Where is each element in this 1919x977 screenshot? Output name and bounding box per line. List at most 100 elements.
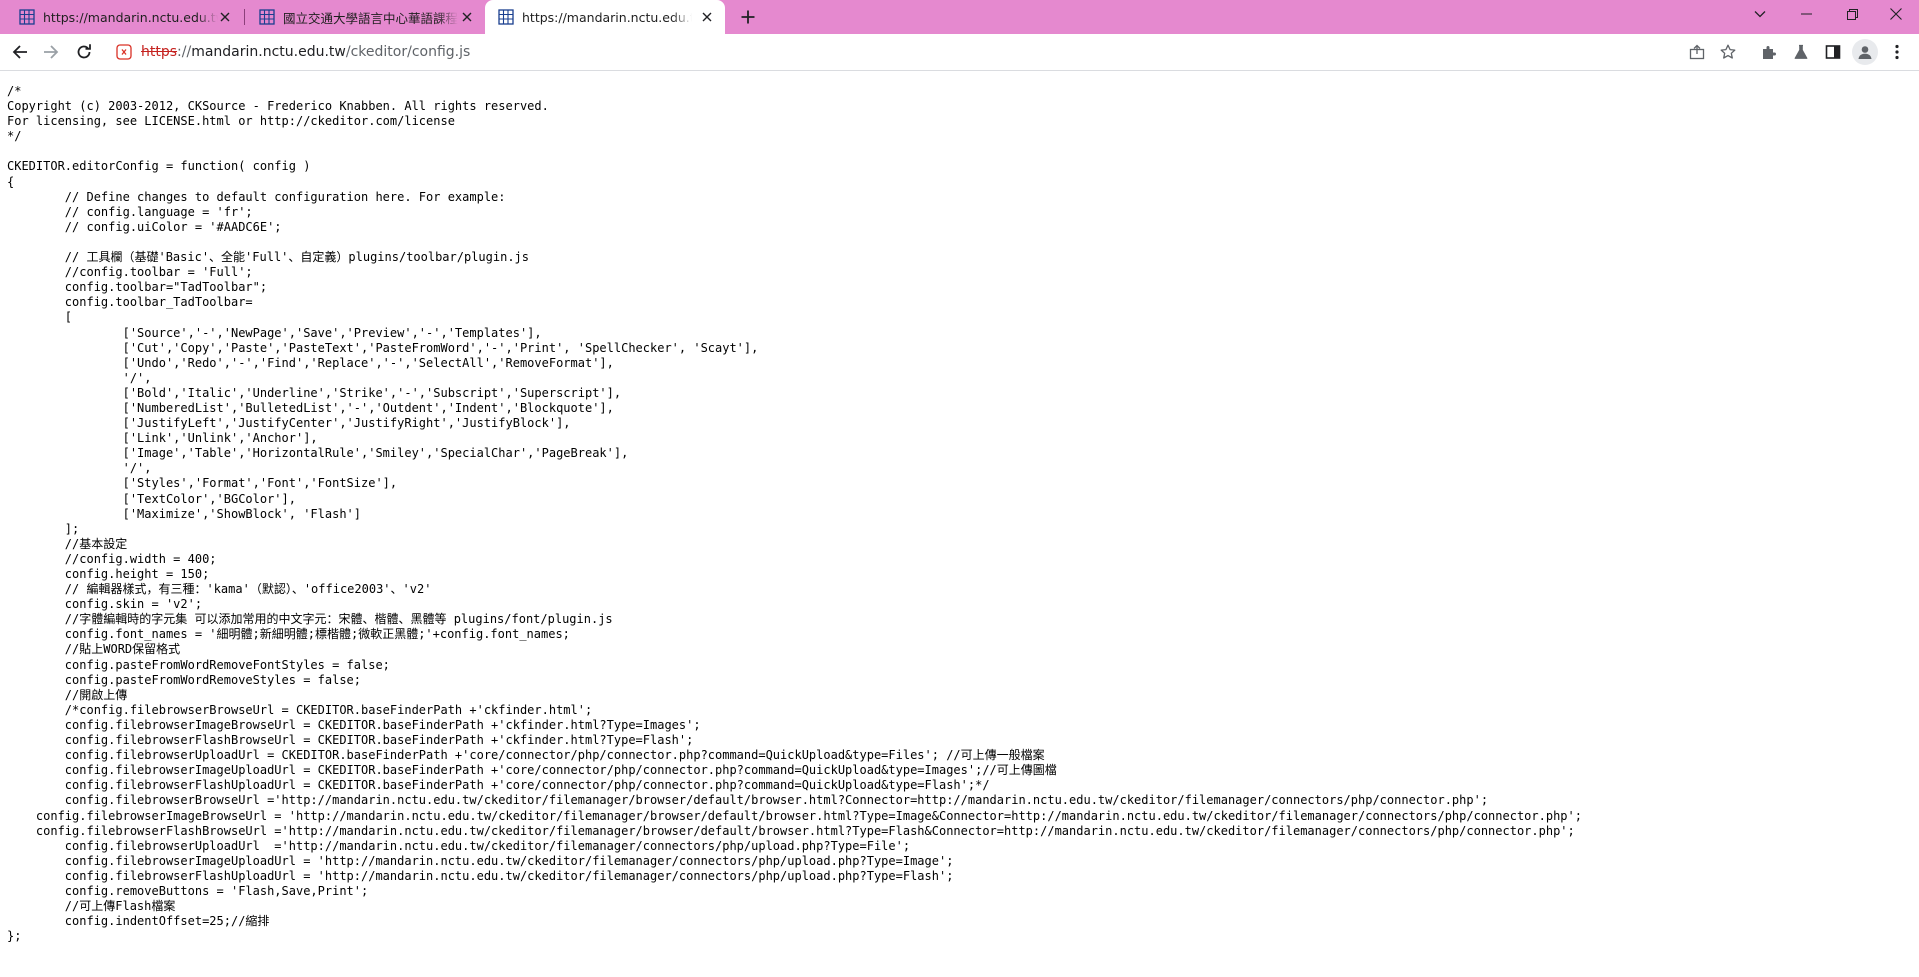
code-line: [ (7, 310, 73, 325)
tab-search-button[interactable] (1737, 0, 1783, 28)
code-line: '/', (7, 461, 152, 476)
side-panel-button[interactable] (1820, 39, 1846, 65)
address-bar[interactable]: https://mandarin.nctu.edu.tw/ckeditor/co… (106, 37, 1787, 67)
code-line: //config.width = 400; (7, 551, 217, 566)
code-line: ['JustifyLeft','JustifyCenter','JustifyR… (7, 416, 571, 431)
close-icon (1890, 8, 1902, 20)
reload-button[interactable] (71, 39, 97, 65)
code-line: ['Source','-','NewPage','Save','Preview'… (7, 325, 542, 340)
code-line: config.toolbar_TadToolbar= (7, 295, 253, 310)
code-line: //可上傳Flash檔案 (7, 899, 176, 914)
code-line: ['NumberedList','BulletedList','-','Outd… (7, 400, 614, 415)
not-secure-warning-icon[interactable] (116, 44, 132, 60)
file-source-text: /* Copyright (c) 2003-2012, CKSource - F… (0, 71, 1919, 944)
page-content: /* Copyright (c) 2003-2012, CKSource - F… (0, 71, 1919, 977)
close-window-button[interactable] (1873, 0, 1919, 28)
forward-button[interactable] (38, 39, 64, 65)
labs-button[interactable] (1788, 39, 1814, 65)
minimize-icon (1800, 13, 1812, 15)
code-line: config.filebrowserImageUploadUrl = CKEDI… (7, 763, 1057, 778)
code-line: Copyright (c) 2003-2012, CKSource - Fred… (7, 99, 549, 114)
code-line: config.filebrowserImageUploadUrl = 'http… (7, 853, 954, 868)
code-line: ['Image','Table','HorizontalRule','Smile… (7, 446, 629, 461)
code-line: ['Styles','Format','Font','FontSize'], (7, 476, 398, 491)
code-line: config.removeButtons = 'Flash,Save,Print… (7, 883, 369, 898)
code-line: */ (7, 129, 22, 144)
code-line: config.pasteFromWordRemoveStyles = false… (7, 672, 362, 687)
back-button[interactable] (7, 39, 33, 65)
tab-3-active[interactable]: https://mandarin.nctu.edu.tw/ckeditor/co… (485, 0, 725, 34)
code-line: For licensing, see LICENSE.html or http:… (7, 114, 455, 129)
arrow-right-icon (43, 44, 59, 60)
code-line: config.indentOffset=25;//縮排 (7, 914, 270, 929)
star-icon (1720, 44, 1736, 60)
chevron-down-icon (1754, 10, 1766, 18)
code-line: // config.uiColor = '#AADC6E'; (7, 219, 282, 234)
share-button[interactable] (1688, 43, 1706, 61)
close-icon[interactable] (217, 9, 233, 25)
code-line: //基本設定 (7, 536, 128, 551)
page-grid-icon (259, 9, 275, 25)
menu-button[interactable] (1884, 39, 1910, 65)
tab-1[interactable]: https://mandarin.nctu.edu.tw/ckeditor/ (0, 0, 243, 34)
code-line: '/', (7, 370, 152, 385)
code-line: config.filebrowserImageBrowseUrl = 'http… (7, 808, 1582, 823)
code-line: config.filebrowserFlashBrowseUrl ='http:… (7, 823, 1575, 838)
arrow-left-icon (12, 44, 28, 60)
code-line: // 編輯器樣式，有三種：'kama'（默認）、'office2003'、'v2… (7, 582, 432, 597)
page-grid-icon (19, 9, 35, 25)
code-line: ['Link','Unlink','Anchor'], (7, 431, 318, 446)
code-line: config.filebrowserBrowseUrl ='http://man… (7, 793, 1489, 808)
code-line: ['Cut','Copy','Paste','PasteText','Paste… (7, 340, 759, 355)
restore-button[interactable] (1829, 0, 1875, 28)
code-line: ['Undo','Redo','-','Find','Replace','-',… (7, 355, 614, 370)
code-line: config.filebrowserFlashUploadUrl = CKEDI… (7, 778, 990, 793)
side-panel-icon (1825, 44, 1841, 60)
code-line: config.height = 150; (7, 567, 210, 581)
minimize-button[interactable] (1783, 0, 1829, 28)
code-line: // 工具欄（基礎'Basic'、全能'Full'、自定義）plugins/to… (7, 250, 530, 265)
puzzle-icon (1761, 44, 1777, 60)
code-line: /*config.filebrowserBrowseUrl = CKEDITOR… (7, 702, 593, 717)
code-line: //貼上WORD保留格式 (7, 642, 181, 657)
extensions-button[interactable] (1756, 39, 1782, 65)
code-line: ['Maximize','ShowBlock', 'Flash'] (7, 506, 362, 521)
restore-icon (1846, 8, 1858, 20)
url-text[interactable]: https://mandarin.nctu.edu.tw/ckeditor/co… (141, 44, 470, 60)
code-line: config.filebrowserFlashBrowseUrl = CKEDI… (7, 733, 694, 748)
code-line: config.filebrowserFlashUploadUrl = 'http… (7, 868, 954, 883)
reload-icon (76, 44, 92, 60)
code-line: ]; (7, 521, 80, 536)
code-line: config.toolbar="TadToolbar"; (7, 280, 268, 295)
tab-2[interactable]: 國立交通大學語言中心華語課程 (240, 0, 485, 34)
code-line: /* (7, 84, 22, 98)
url-scheme: https (141, 44, 178, 60)
url-host: mandarin.nctu.edu.tw (191, 44, 346, 60)
code-line: config.font_names = '細明體;新細明體;標楷體;微軟正黑體;… (7, 627, 570, 642)
profile-avatar[interactable] (1852, 39, 1878, 65)
bookmark-button[interactable] (1719, 43, 1737, 61)
close-icon[interactable] (459, 9, 475, 25)
code-line: // Define changes to default configurati… (7, 189, 506, 204)
code-line: //字體編輯時的字元集 可以添加常用的中文字元：宋體、楷體、黑體等 plugin… (7, 612, 613, 627)
code-line: CKEDITOR.editorConfig = function( config… (7, 159, 311, 174)
tab-1-title: https://mandarin.nctu.edu.tw/ckeditor/ (43, 9, 218, 25)
share-icon (1689, 44, 1705, 60)
code-line: ['Bold','Italic','Underline','Strike','-… (7, 385, 622, 400)
code-line: config.filebrowserImageBrowseUrl = CKEDI… (7, 717, 701, 732)
flask-icon (1793, 44, 1809, 60)
new-tab-button[interactable] (737, 6, 759, 28)
code-line: //開啟上傳 (7, 687, 128, 702)
person-icon (1856, 43, 1874, 61)
code-line: config.filebrowserUploadUrl = CKEDITOR.b… (7, 748, 1045, 763)
browser-toolbar: https://mandarin.nctu.edu.tw/ckeditor/co… (0, 34, 1919, 71)
page-grid-icon (498, 9, 514, 25)
code-line: ['TextColor','BGColor'], (7, 491, 296, 506)
code-line: { (7, 174, 15, 189)
code-line: config.pasteFromWordRemoveFontStyles = f… (7, 657, 390, 672)
close-icon[interactable] (699, 9, 715, 25)
tab-2-title: 國立交通大學語言中心華語課程 (283, 10, 458, 26)
code-line: config.filebrowserUploadUrl ='http://man… (7, 838, 911, 853)
code-line: }; (7, 929, 22, 944)
url-path: /ckeditor/config.js (345, 44, 471, 60)
